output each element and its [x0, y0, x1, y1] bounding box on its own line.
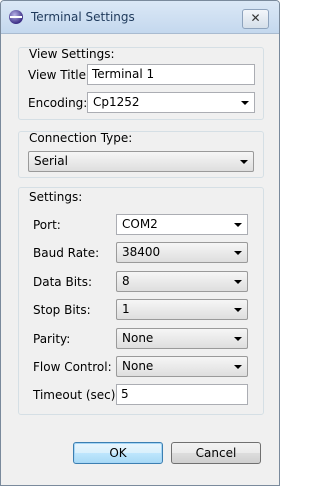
ok-button[interactable]: OK	[73, 442, 163, 464]
encoding-dropdown[interactable]: Cp1252	[87, 92, 255, 113]
encoding-label: Encoding:	[28, 96, 88, 110]
chevron-down-icon	[234, 223, 242, 227]
terminal-settings-dialog: Terminal Settings ✕ View Settings: View …	[0, 0, 280, 486]
view-settings-group: View Settings: View Title: Terminal 1 En…	[18, 47, 264, 120]
chevron-down-icon	[234, 280, 242, 284]
baud-rate-dropdown[interactable]: 38400	[116, 242, 248, 263]
window-title: Terminal Settings	[31, 10, 135, 24]
parity-value: None	[122, 331, 154, 345]
parity-dropdown[interactable]: None	[116, 328, 248, 349]
connection-type-dropdown[interactable]: Serial	[28, 151, 254, 172]
stop-bits-value: 1	[122, 302, 130, 316]
view-title-label: View Title:	[28, 68, 91, 82]
flow-control-label: Flow Control:	[33, 360, 112, 374]
encoding-value: Cp1252	[93, 95, 140, 109]
terminal-app-icon	[9, 10, 23, 24]
chevron-down-icon	[241, 101, 249, 105]
settings-label: Settings:	[29, 190, 83, 204]
baud-rate-value: 38400	[122, 245, 161, 259]
chevron-down-icon	[234, 251, 242, 255]
close-button[interactable]: ✕	[242, 9, 269, 29]
baud-rate-label: Baud Rate:	[33, 246, 100, 260]
port-dropdown[interactable]: COM2	[116, 214, 248, 235]
timeout-input[interactable]: 5	[116, 384, 248, 405]
data-bits-value: 8	[122, 274, 130, 288]
port-label: Port:	[33, 218, 61, 232]
stop-bits-dropdown[interactable]: 1	[116, 299, 248, 320]
chevron-down-icon	[240, 160, 248, 164]
parity-label: Parity:	[33, 332, 71, 346]
data-bits-label: Data Bits:	[33, 275, 93, 289]
view-settings-label: View Settings:	[29, 47, 115, 61]
view-title-input[interactable]: Terminal 1	[87, 64, 255, 85]
chevron-down-icon	[234, 365, 242, 369]
port-value: COM2	[122, 217, 158, 231]
timeout-label: Timeout (sec):	[33, 388, 120, 402]
connection-type-group: Connection Type: Serial	[18, 131, 264, 178]
connection-type-value: Serial	[34, 154, 68, 168]
cancel-button[interactable]: Cancel	[171, 442, 261, 464]
title-bar: Terminal Settings ✕	[1, 1, 279, 34]
data-bits-dropdown[interactable]: 8	[116, 271, 248, 292]
chevron-down-icon	[234, 337, 242, 341]
flow-control-dropdown[interactable]: None	[116, 356, 248, 377]
stop-bits-label: Stop Bits:	[33, 303, 91, 317]
connection-type-label: Connection Type:	[29, 131, 133, 145]
settings-group: Settings: Port: COM2 Baud Rate: 38400 Da…	[18, 187, 264, 415]
chevron-down-icon	[234, 308, 242, 312]
flow-control-value: None	[122, 359, 154, 373]
